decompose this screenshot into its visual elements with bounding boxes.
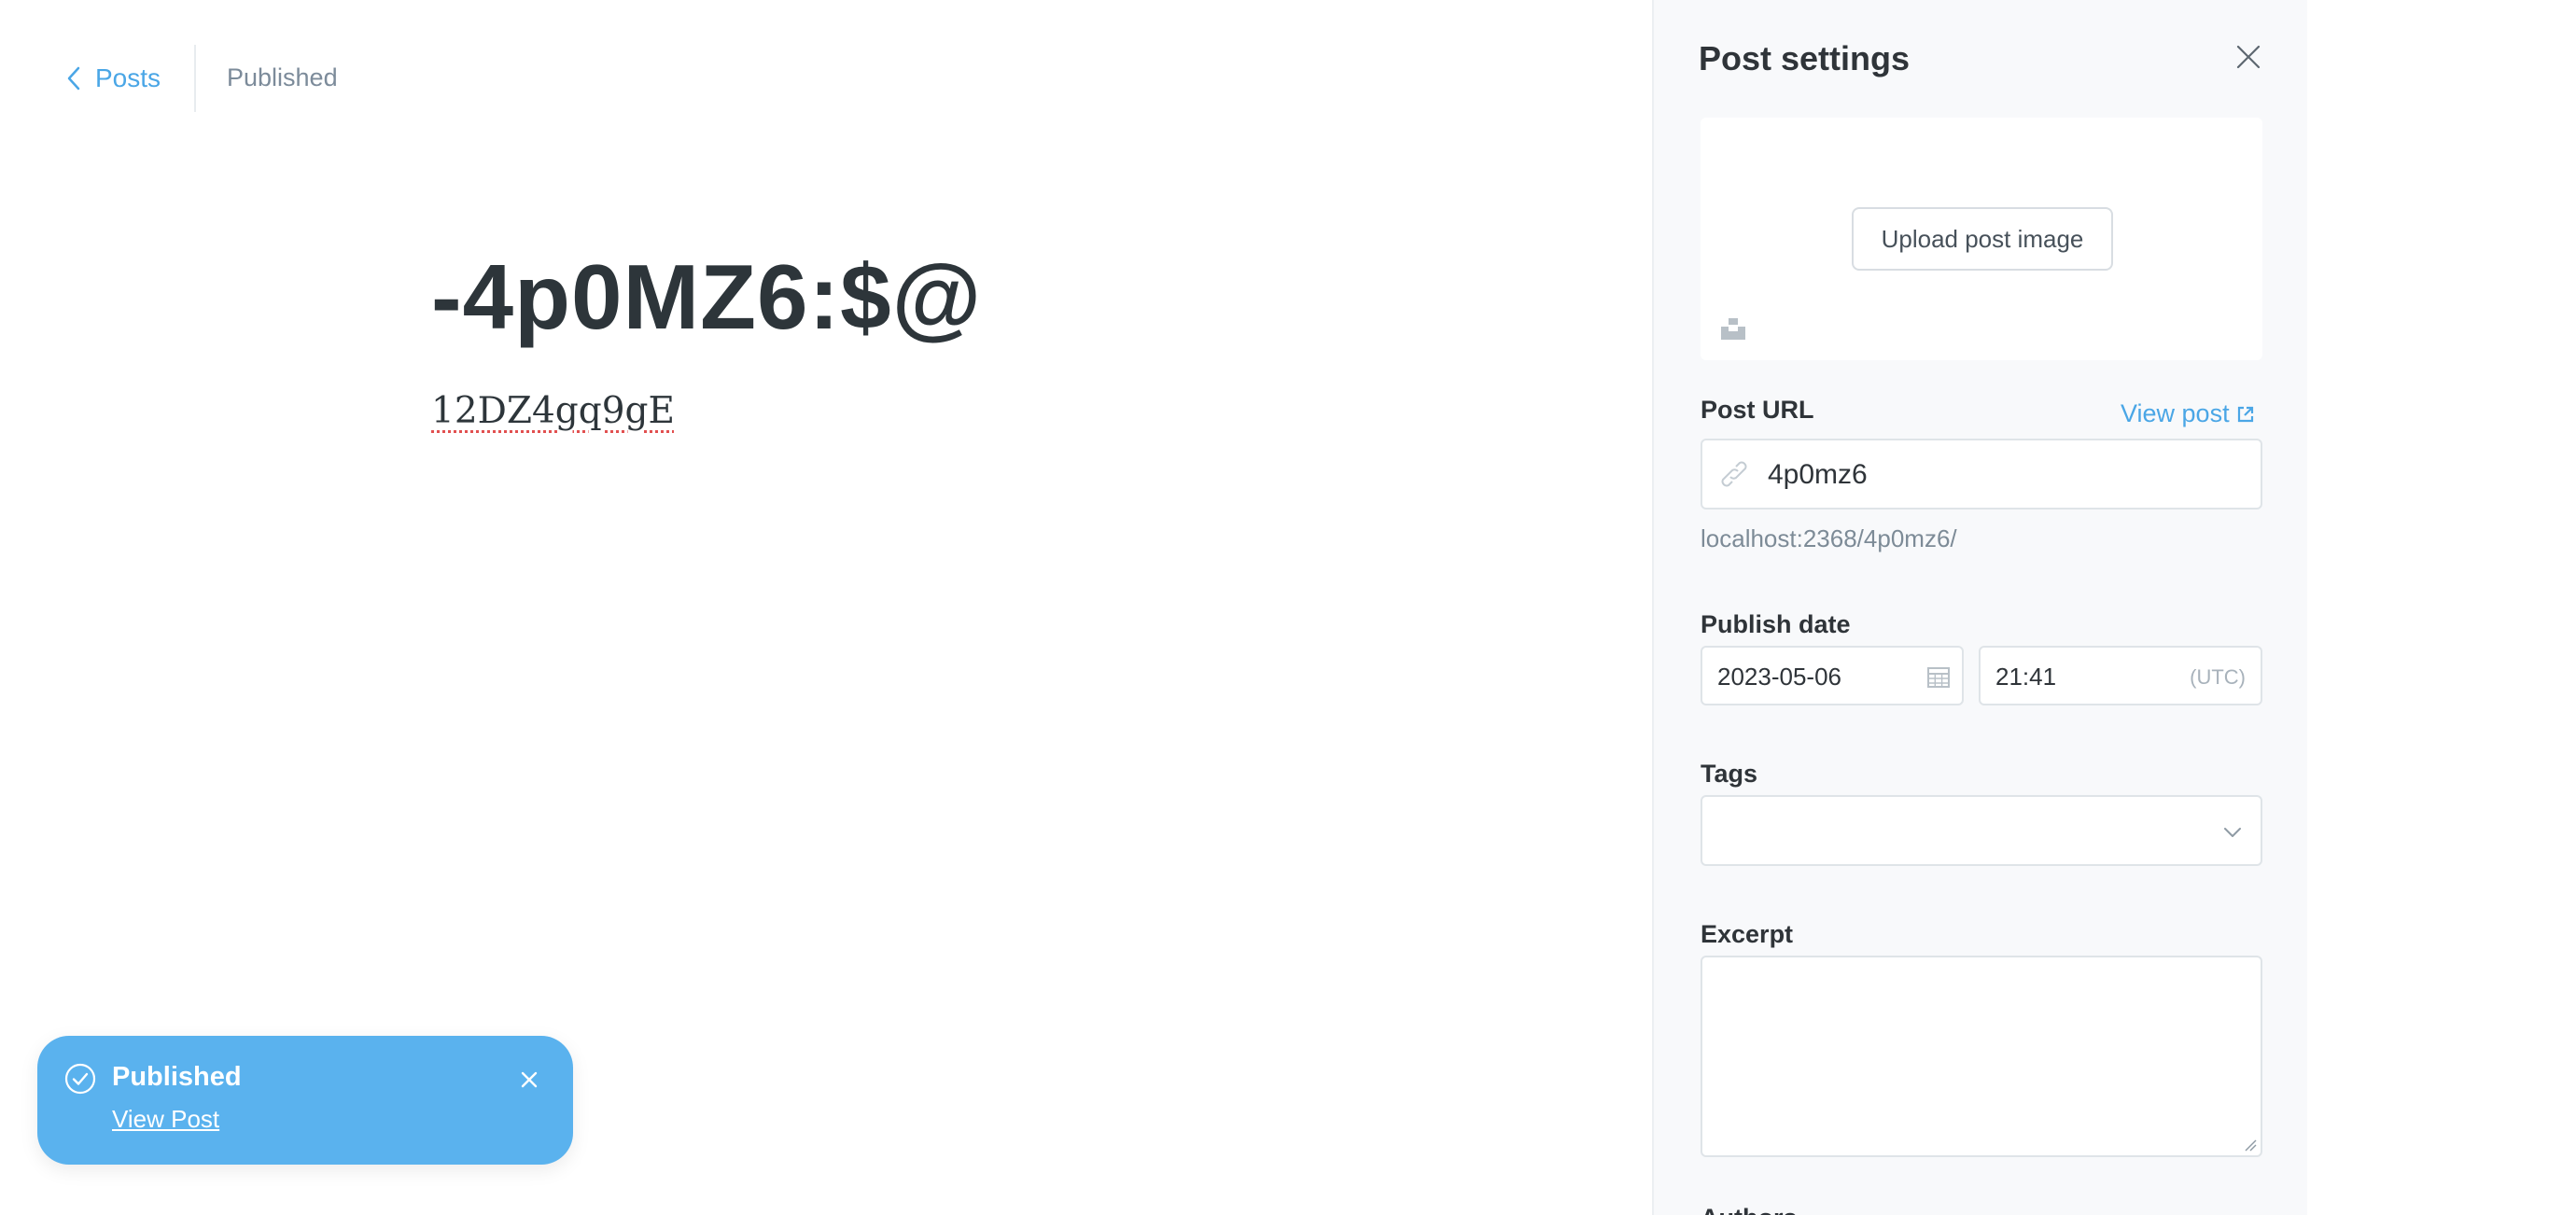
view-post-link[interactable]: View post [2121, 399, 2254, 428]
post-url-value: 4p0mz6 [1768, 459, 1868, 490]
check-circle-icon [64, 1063, 96, 1095]
excerpt-label: Excerpt [1701, 920, 1794, 948]
close-icon[interactable] [2234, 43, 2262, 71]
post-title[interactable]: -4p0MZ6:$@ [431, 244, 982, 350]
publish-time-input[interactable]: 21:41 (UTC) [1979, 646, 2262, 705]
publish-date-input[interactable]: 2023-05-06 [1701, 646, 1964, 705]
excerpt-textarea[interactable] [1701, 956, 2262, 1157]
upload-post-image-button[interactable]: Upload post image [1852, 207, 2113, 271]
back-link-label: Posts [95, 63, 161, 92]
close-icon[interactable] [517, 1068, 541, 1092]
post-status: Published [227, 63, 338, 91]
post-settings-panel: Post settings Upload post image Post URL… [1652, 0, 2307, 1215]
authors-label: Authors [1701, 1204, 1798, 1215]
post-body[interactable]: 12DZ4gq9gE [431, 390, 675, 432]
tags-select[interactable] [1701, 795, 2262, 866]
calendar-icon[interactable] [1926, 664, 1951, 689]
timezone-label: (UTC) [2190, 665, 2246, 689]
link-icon [1721, 461, 1747, 487]
publish-date-label: Publish date [1701, 610, 1851, 638]
external-link-icon [2237, 406, 2253, 422]
tags-label: Tags [1701, 760, 1758, 788]
header-divider [194, 45, 196, 112]
panel-title: Post settings [1699, 39, 1911, 77]
resize-grip-icon[interactable] [2244, 1138, 2257, 1152]
unsplash-icon[interactable] [1721, 315, 1745, 340]
toast-title: Published [112, 1062, 242, 1092]
post-url-label: Post URL [1701, 396, 1814, 424]
post-url-input[interactable]: 4p0mz6 [1701, 439, 2262, 510]
publish-date-value: 2023-05-06 [1717, 663, 1841, 691]
published-toast: Published View Post [37, 1036, 573, 1165]
publish-time-value: 21:41 [1995, 663, 2057, 691]
view-post-label: View post [2121, 399, 2230, 427]
back-to-posts-link[interactable]: Posts [65, 60, 161, 97]
post-image-dropzone[interactable]: Upload post image [1701, 118, 2262, 360]
chevron-left-icon [67, 66, 80, 91]
post-url-preview: localhost:2368/4p0mz6/ [1701, 524, 1957, 552]
chevron-down-icon [2224, 828, 2241, 837]
toast-view-post-link[interactable]: View Post [112, 1105, 219, 1134]
editor-header: Posts Published [0, 0, 1661, 159]
